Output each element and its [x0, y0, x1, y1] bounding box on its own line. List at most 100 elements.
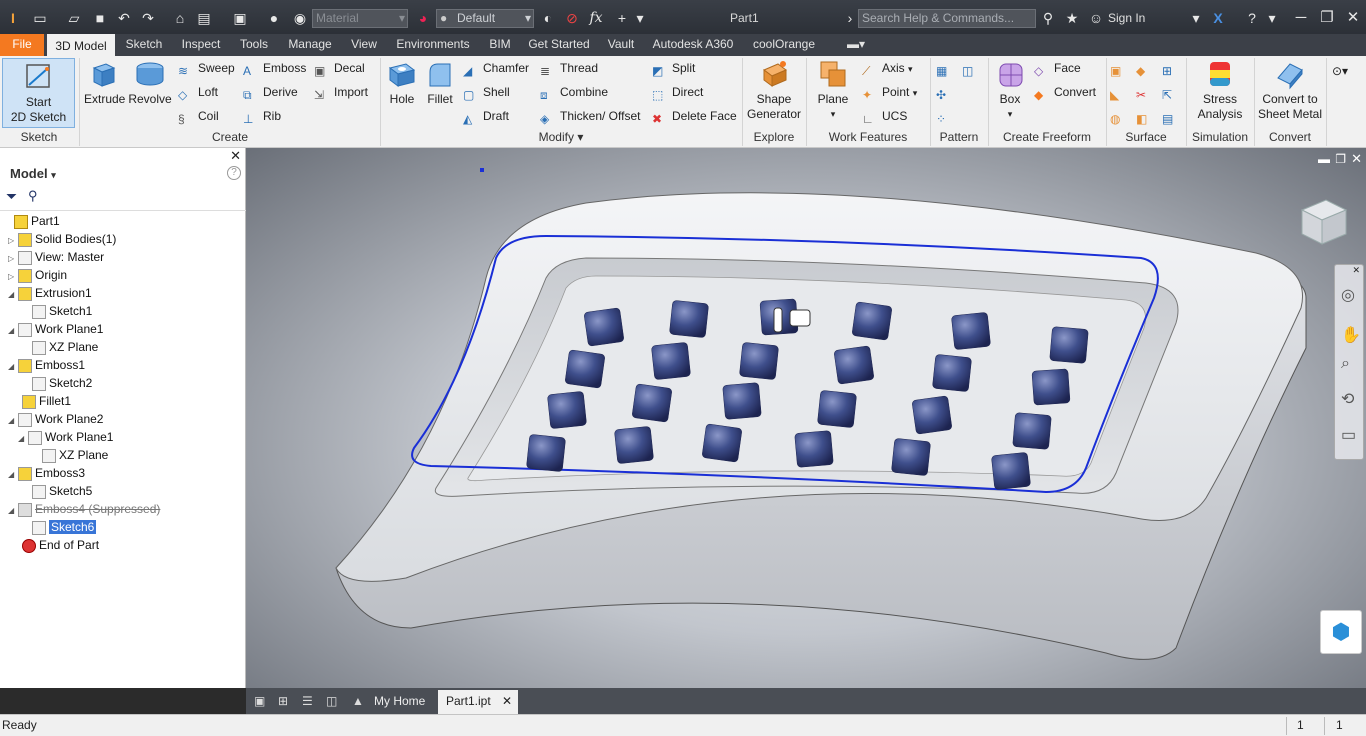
filter-icon[interactable]: ⏷ [6, 188, 17, 205]
tree-item-extrusion1[interactable]: ◢ Extrusion1 [8, 284, 92, 302]
share-icon[interactable]: ⬢ [1320, 610, 1362, 654]
convert-button[interactable]: ◆ Convert [1034, 82, 1096, 102]
surface-thicken-button[interactable]: ▣ [1110, 58, 1130, 78]
collapse-arrow-icon[interactable]: ◢ [8, 286, 18, 304]
ribbon-options-button[interactable]: ⊙▾ [1332, 58, 1362, 78]
help-search-input[interactable]: Search Help & Commands... [858, 9, 1036, 28]
sketch-pattern-button[interactable]: ⁘ [936, 106, 956, 126]
image-icon[interactable]: ▤ [194, 9, 214, 27]
shape-generator-button[interactable]: Shape Generator [746, 58, 802, 122]
collapse-arrow-icon[interactable]: ◢ [8, 322, 18, 340]
rib-button[interactable]: ⊥ Rib [243, 106, 281, 126]
tree-item-origin[interactable]: ▷ Origin [8, 266, 67, 284]
model-canvas[interactable] [246, 148, 1366, 688]
tree-item-xz-plane-nested[interactable]: XZ Plane [42, 446, 108, 464]
circular-pattern-button[interactable]: ✣ [936, 82, 956, 102]
split-button[interactable]: ◩ Split [652, 58, 695, 78]
chamfer-button[interactable]: ◢ Chamfer [463, 58, 529, 78]
tab-get-started[interactable]: Get Started [524, 34, 594, 56]
tab-sketch[interactable]: Sketch [120, 34, 168, 56]
surface-stitch-button[interactable]: ⊞ [1162, 58, 1182, 78]
tree-item-fillet1[interactable]: Fillet1 [22, 392, 71, 410]
tab-coolorange[interactable]: coolOrange [746, 34, 822, 56]
chevron-right-icon[interactable]: › [840, 9, 860, 27]
tree-item-emboss4-suppressed[interactable]: ◢ Emboss4 (Suppressed) [8, 500, 160, 518]
open-icon[interactable]: ▱ [64, 9, 84, 27]
tree-item-part1[interactable]: Part1 [14, 212, 60, 230]
tab-bim[interactable]: BIM [484, 34, 516, 56]
viewport-minimize-icon[interactable]: ▬ [1318, 152, 1330, 166]
tab-my-home[interactable]: My Home [366, 690, 433, 714]
collapse-arrow-icon[interactable]: ◢ [8, 412, 18, 430]
sign-in-link[interactable]: Sign In [1108, 11, 1145, 25]
thicken-offset-button[interactable]: ◈ Thicken/ Offset [540, 106, 640, 126]
surface-trim-button[interactable]: ✂ [1136, 82, 1156, 102]
tile-rows-icon[interactable]: ☰ [294, 690, 321, 714]
import-button[interactable]: ⇲ Import [314, 82, 368, 102]
loft-button[interactable]: ◇ Loft [178, 82, 218, 102]
mirror-button[interactable]: ◫ [962, 58, 982, 78]
collapse-arrow-icon[interactable]: ◢ [8, 358, 18, 376]
tab-tools[interactable]: Tools [234, 34, 274, 56]
redo-icon[interactable]: ↷ [138, 9, 158, 27]
tree-item-work-plane1[interactable]: ◢ Work Plane1 [8, 320, 103, 338]
tab-environments[interactable]: Environments [390, 34, 476, 56]
tree-item-work-plane2[interactable]: ◢ Work Plane2 [8, 410, 103, 428]
revolve-button[interactable]: Revolve [127, 58, 173, 107]
fx-button[interactable]: fx [586, 9, 606, 27]
plus-icon[interactable]: + [612, 9, 632, 27]
tab-file[interactable]: File [0, 34, 44, 56]
steering-wheel-icon[interactable]: ◎ [1341, 285, 1355, 305]
tree-item-view-master[interactable]: ▷ View: Master [8, 248, 104, 266]
chevron-down-icon[interactable]: ▾ [1186, 9, 1206, 27]
adjust-icon[interactable]: ◐ [538, 9, 558, 27]
tab-inspect[interactable]: Inspect [174, 34, 228, 56]
close-icon[interactable]: ✕ [502, 690, 512, 712]
home-icon[interactable]: ⌂ [170, 9, 190, 27]
material-dropdown[interactable]: Material ▾ [312, 9, 408, 28]
ribbon-display-toggle[interactable]: ▬▾ [842, 34, 870, 56]
chevron-down-icon[interactable]: ▾ [1262, 9, 1282, 27]
tree-item-emboss3[interactable]: ◢ Emboss3 [8, 464, 85, 482]
ucs-button[interactable]: ∟ UCS [862, 106, 907, 126]
combine-button[interactable]: ⧈ Combine [540, 82, 608, 102]
thread-button[interactable]: ≣ Thread [540, 58, 598, 78]
tile-columns-icon[interactable]: ◫ [318, 690, 345, 714]
axis-button[interactable]: ⟋ Axis ▾ [862, 58, 913, 78]
collapse-arrow-icon[interactable]: ◢ [18, 430, 28, 448]
rectangular-pattern-button[interactable]: ▦ [936, 58, 956, 78]
tab-manage[interactable]: Manage [282, 34, 338, 56]
tile-grid-icon[interactable]: ⊞ [270, 690, 296, 714]
app-logo-icon[interactable]: I [4, 9, 22, 27]
binoculars-icon[interactable]: ⚲ [28, 188, 38, 204]
close-icon[interactable]: ✕ [1352, 265, 1360, 276]
point-button[interactable]: ✦ Point ▾ [862, 82, 917, 102]
draft-button[interactable]: ◭ Draft [463, 106, 509, 126]
start-2d-sketch-button[interactable]: Start 2D Sketch [2, 58, 75, 128]
shell-button[interactable]: ▢ Shell [463, 82, 510, 102]
delete-face-button[interactable]: ✖ Delete Face [652, 106, 737, 126]
color-wheel-icon[interactable]: ◕ [413, 9, 433, 27]
close-icon[interactable]: ✕ [1342, 8, 1364, 28]
plane-button[interactable]: Plane ▾ [810, 58, 856, 122]
tree-item-solid-bodies[interactable]: ▷ Solid Bodies(1) [8, 230, 116, 248]
coil-button[interactable]: § Coil [178, 106, 219, 126]
graphics-viewport[interactable]: ▬ ❐ ✕ ✕ ◎ ✋ ⌕ ⟲ ▭ ⬢ [246, 148, 1366, 688]
surface-patch-button[interactable]: ◆ [1136, 58, 1156, 78]
emboss-button[interactable]: A Emboss [243, 58, 306, 78]
tab-part1-ipt[interactable]: Part1.ipt ✕ [438, 690, 518, 714]
viewport-close-icon[interactable]: ✕ [1351, 151, 1362, 167]
zoom-icon[interactable]: ⌕ [1341, 355, 1350, 373]
face-button[interactable]: ◇ Face [1034, 58, 1081, 78]
undo-icon[interactable]: ↶ [114, 9, 134, 27]
box-button[interactable]: Box ▾ [992, 58, 1028, 122]
restore-icon[interactable]: ❐ [1316, 8, 1338, 28]
tree-item-sketch5[interactable]: Sketch5 [32, 482, 92, 500]
close-icon[interactable]: ✕ [230, 148, 241, 164]
view-cube[interactable] [1290, 188, 1354, 252]
tree-item-end-of-part[interactable]: End of Part [22, 536, 99, 554]
select-icon[interactable]: ▣ [230, 9, 250, 27]
surface-sculpt-button[interactable]: ◍ [1110, 106, 1130, 126]
surface-replace-button[interactable]: ◧ [1136, 106, 1156, 126]
collapse-arrow-icon[interactable]: ◢ [8, 502, 18, 520]
